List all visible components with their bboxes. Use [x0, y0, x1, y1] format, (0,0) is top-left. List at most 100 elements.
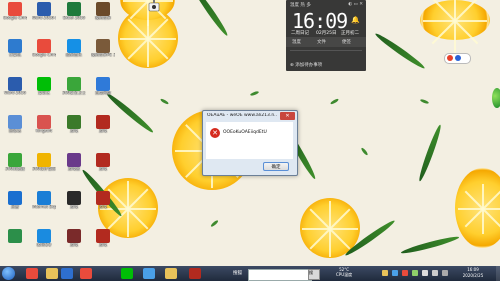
desktop-icon-label: 360软件管家: [32, 167, 56, 171]
taskbar-clock[interactable]: 16:09 2020/2/25: [453, 267, 493, 279]
widget-date: 02月25日: [316, 31, 337, 36]
desktop-icon[interactable]: Word 2016: [3, 77, 27, 101]
taskbar-app-folder-icon[interactable]: [165, 268, 177, 279]
start-button[interactable]: [2, 267, 15, 280]
desktop-icon[interactable]: 360安全卫士: [62, 77, 86, 101]
assistant-blue-icon[interactable]: [455, 55, 461, 61]
desktop-icon[interactable]: 酷狗音乐: [62, 39, 86, 63]
taskbar-search-input[interactable]: [248, 269, 312, 281]
desktop-icon[interactable]: 游戏: [91, 153, 115, 177]
orange-segment-line: [309, 208, 331, 230]
taskbar-app-feather-icon[interactable]: [143, 268, 155, 279]
desktop-icon[interactable]: 游戏: [91, 229, 115, 253]
widget-add-todo[interactable]: ⊕ 添加待办事项: [290, 62, 322, 68]
widget-lunar: 正月初二: [341, 31, 359, 36]
tray-icon[interactable]: [392, 270, 398, 276]
wallpaper-orange: [455, 168, 500, 248]
desktop-icon[interactable]: 游戏: [62, 115, 86, 139]
desktop-icon[interactable]: 游戏: [62, 191, 86, 215]
taskbar-app-iqiyi-icon[interactable]: [121, 268, 133, 279]
desktop-icon[interactable]: 我的世界PE 3DM: [91, 39, 115, 63]
orange-segment-line: [457, 208, 483, 210]
wallpaper-leaf: [159, 97, 170, 106]
desktop-icon[interactable]: 游戏盒: [62, 153, 86, 177]
desktop-icon[interactable]: 百度网盘: [91, 77, 115, 101]
show-desktop-button[interactable]: [496, 266, 500, 281]
minecraft-icon: [96, 2, 110, 16]
assistant-red-icon[interactable]: [447, 55, 453, 61]
desktop-icon[interactable]: Kingsoft: [32, 115, 56, 139]
taskbar-search-button[interactable]: 搜: [308, 269, 320, 280]
desktop-icon[interactable]: 游戏: [91, 115, 115, 139]
game3-icon: [67, 153, 81, 167]
word-icon: [8, 77, 22, 91]
desktop-icon[interactable]: 360浏览器: [3, 153, 27, 177]
desktop-icon[interactable]: Google Chrome: [3, 2, 27, 26]
taskbar-app-chrome-icon[interactable]: [26, 268, 38, 279]
system-tray: [380, 269, 450, 278]
desktop-icon[interactable]: 我的世界: [91, 2, 115, 26]
clock-widget[interactable]: 温度 热 多 ◐ ▭ ✕ 16:09 🔔 二周日记 02月25日 正月初二 温度…: [286, 0, 366, 71]
chrome-icon: [37, 39, 51, 53]
taskbar-app-game-icon[interactable]: [189, 268, 201, 279]
desktop-icon[interactable]: 迅雷: [3, 191, 27, 215]
desktop-icon-label: 爱奇艺: [38, 91, 50, 95]
floating-assistant[interactable]: [444, 53, 471, 64]
wallpaper-leaf: [360, 147, 369, 156]
widget-header: 温度 热 多: [290, 3, 311, 8]
ime-icon[interactable]: [442, 270, 448, 276]
desktop-icon-label: 游戏: [99, 205, 107, 209]
taskbar-app-explorer-icon[interactable]: [46, 268, 58, 279]
edge-globe-icon[interactable]: [492, 88, 500, 108]
desktop-icon[interactable]: 腾讯QQ: [32, 229, 56, 253]
desktop-icon-label: 游戏: [99, 129, 107, 133]
desktop-icon-label: 我的世界: [95, 16, 111, 20]
word-excel-icon: [37, 2, 51, 16]
camera-icon[interactable]: [148, 0, 160, 12]
desktop-icon[interactable]: Internet Explorer: [32, 191, 56, 215]
orange-segment-line: [431, 0, 456, 22]
desktop-icon[interactable]: Excel 2016: [62, 2, 86, 26]
tray-icon[interactable]: [402, 270, 408, 276]
cpu-temperature: 52°C CPU温度: [336, 267, 352, 277]
dialog-message: OOEoKuOAEiiqdEtU: [223, 130, 267, 135]
tray-icon[interactable]: [382, 270, 388, 276]
desktop-icon-label: 酷狗音乐: [66, 53, 82, 57]
desktop-icon[interactable]: 游戏: [91, 191, 115, 215]
desktop-icon[interactable]: 游戏: [62, 229, 86, 253]
widget-controls[interactable]: ◐ ▭ ✕: [348, 2, 363, 7]
dialog-close-button[interactable]: ✕: [280, 112, 295, 120]
desktop-icon-label: 回收站: [9, 129, 21, 133]
desktop-icon-label: 游戏: [70, 205, 78, 209]
wallpaper-leaf: [373, 31, 427, 71]
network-icon[interactable]: [422, 270, 428, 276]
orange-segment-line: [454, 21, 456, 54]
ok-button[interactable]: 确定: [263, 162, 289, 171]
game2-icon: [96, 115, 110, 129]
desktop-icon-label: Internet Explorer: [32, 205, 56, 209]
desktop-icon-label: 计算机: [9, 53, 21, 57]
desktop-icon-label: 游戏: [70, 129, 78, 133]
desktop-icon[interactable]: 爱奇艺: [32, 77, 56, 101]
tray-icon[interactable]: [412, 270, 418, 276]
orange-segment-line: [481, 208, 500, 228]
desktop-icon[interactable]: 计算机: [3, 39, 27, 63]
widget-tool-file[interactable]: 文件: [317, 39, 326, 45]
widget-tool-temp[interactable]: 温度: [292, 39, 301, 45]
orange-segment-line: [148, 38, 176, 40]
taskbar-app-chrome2-icon[interactable]: [80, 268, 92, 279]
error-icon: ✕: [210, 128, 220, 138]
volume-icon[interactable]: [432, 270, 438, 276]
desktop-icon[interactable]: 回收站: [3, 115, 27, 139]
iqiyi-icon: [37, 77, 51, 91]
desktop-icon[interactable]: [3, 229, 27, 253]
widget-tool-note[interactable]: 便签: [342, 39, 351, 45]
desktop-icon-label: 360安全卫士: [62, 91, 86, 95]
ie-icon: [37, 191, 51, 205]
desktop-icon[interactable]: Word 2016-Excel: [32, 2, 56, 26]
bell-icon[interactable]: 🔔: [351, 16, 360, 24]
desktop-icon-label: Kingsoft: [35, 129, 53, 133]
taskbar-app-media-icon[interactable]: [61, 268, 73, 279]
desktop-icon[interactable]: 360软件管家: [32, 153, 56, 177]
desktop-icon[interactable]: Google Chrome: [32, 39, 56, 63]
